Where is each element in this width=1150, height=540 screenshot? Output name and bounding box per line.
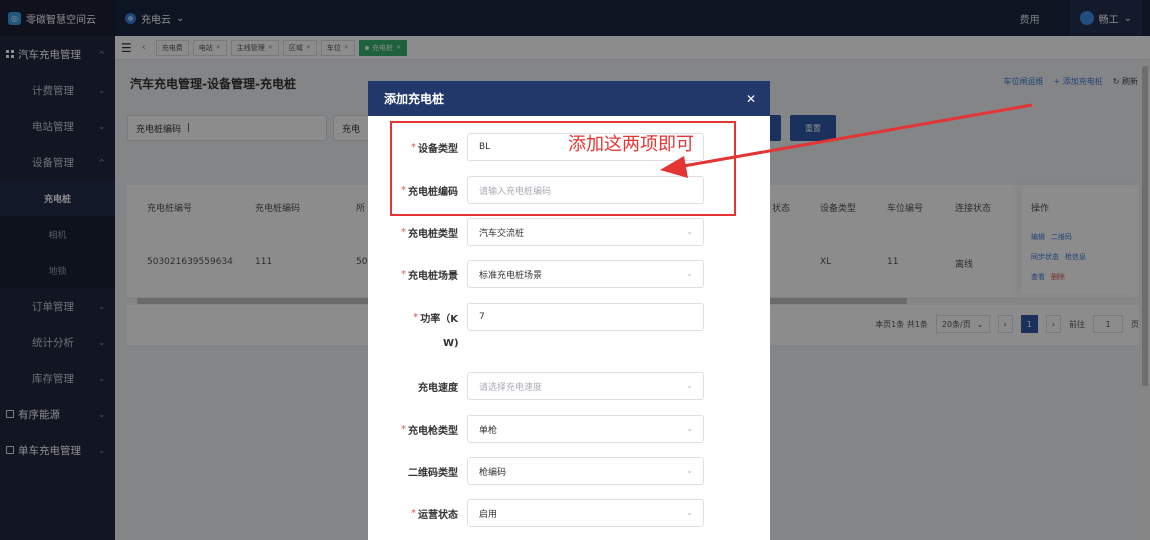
select-value: 枪编码 bbox=[479, 467, 507, 478]
select-placeholder: 请选择充电速度 bbox=[479, 382, 543, 393]
field-label: 二维码类型 bbox=[408, 467, 458, 479]
select-value: 启用 bbox=[479, 509, 498, 520]
dialog-header: 添加充电桩 ✕ bbox=[368, 81, 770, 116]
field-label: * 充电桩类型 bbox=[401, 226, 458, 240]
power-input[interactable]: 7 bbox=[467, 303, 704, 331]
charger-type-select[interactable]: 汽车交流桩 ⌄ bbox=[467, 218, 704, 246]
field-label: * 功率（K bbox=[413, 311, 458, 325]
form-row-power: * 功率（K 7 bbox=[368, 303, 770, 331]
dialog-title: 添加充电桩 bbox=[384, 92, 445, 106]
operation-status-select[interactable]: 启用 ⌄ bbox=[467, 499, 704, 527]
annotation-text: 添加这两项即可 bbox=[568, 134, 694, 155]
field-label: * 充电桩场景 bbox=[401, 268, 458, 282]
chevron-down-icon: ⌄ bbox=[686, 508, 693, 517]
chevron-down-icon: ⌄ bbox=[686, 466, 693, 475]
gun-type-select[interactable]: 单枪 ⌄ bbox=[467, 415, 704, 443]
form-row-charge-speed: 充电速度 请选择充电速度 ⌄ bbox=[368, 372, 770, 400]
select-value: 标准充电桩场景 bbox=[479, 270, 543, 281]
field-label: * 运营状态 bbox=[411, 507, 458, 521]
charge-speed-select[interactable]: 请选择充电速度 ⌄ bbox=[467, 372, 704, 400]
chevron-down-icon: ⌄ bbox=[686, 227, 693, 236]
chevron-down-icon: ⌄ bbox=[686, 381, 693, 390]
chevron-down-icon: ⌄ bbox=[686, 424, 693, 433]
select-value: 汽车交流桩 bbox=[479, 228, 525, 239]
chevron-down-icon: ⌄ bbox=[686, 269, 693, 278]
qrcode-type-select[interactable]: 枪编码 ⌄ bbox=[467, 457, 704, 485]
form-row-operation-status: * 运营状态 启用 ⌄ bbox=[368, 499, 770, 527]
close-icon[interactable]: ✕ bbox=[746, 92, 756, 106]
form-row-charger-scene: * 充电桩场景 标准充电桩场景 ⌄ bbox=[368, 260, 770, 288]
field-label-wrap: W) bbox=[443, 338, 459, 349]
field-label: 充电速度 bbox=[418, 382, 458, 394]
form-row-gun-type: * 充电枪类型 单枪 ⌄ bbox=[368, 415, 770, 443]
select-value: 单枪 bbox=[479, 425, 498, 436]
field-label: * 充电枪类型 bbox=[401, 423, 458, 437]
form-row-charger-type: * 充电桩类型 汽车交流桩 ⌄ bbox=[368, 218, 770, 246]
form-row-qrcode-type: 二维码类型 枪编码 ⌄ bbox=[368, 457, 770, 485]
charger-scene-select[interactable]: 标准充电桩场景 ⌄ bbox=[467, 260, 704, 288]
